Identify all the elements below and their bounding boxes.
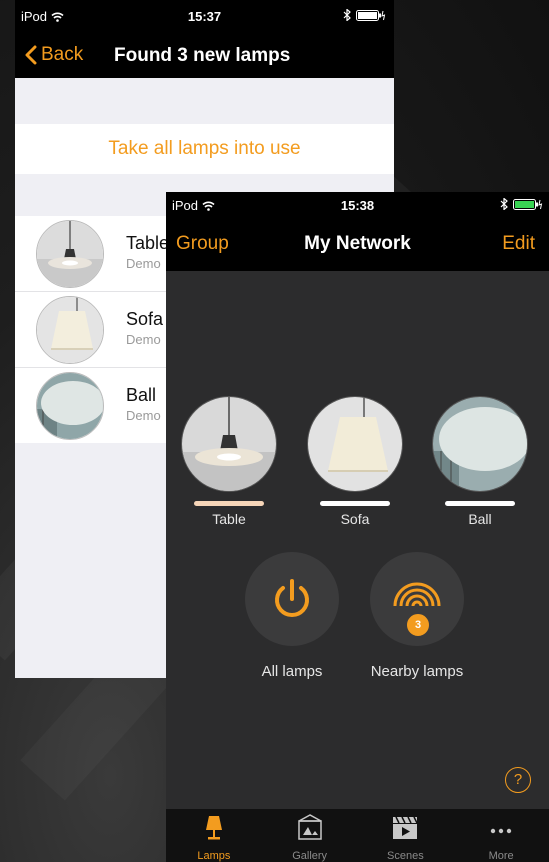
lamp-thumbnail-table xyxy=(36,220,104,288)
navigation-bar: Back Found 3 new lamps xyxy=(15,32,394,78)
back-button[interactable]: Back xyxy=(25,44,83,66)
page-title: Found 3 new lamps xyxy=(114,45,291,66)
lamp-card-table[interactable]: Table xyxy=(179,396,279,527)
tab-bar: Lamps Gallery Scenes More xyxy=(166,809,549,862)
brightness-indicator xyxy=(445,501,515,506)
clapperboard-icon xyxy=(393,816,419,839)
lamp-name: Sofa xyxy=(126,309,164,329)
battery-icon xyxy=(513,198,543,210)
tab-gallery[interactable]: Gallery xyxy=(262,809,358,862)
lamp-image-table xyxy=(181,396,277,492)
lamp-label: Sofa xyxy=(340,511,370,527)
brightness-indicator xyxy=(320,501,390,506)
gallery-icon xyxy=(297,814,322,840)
all-lamps-control: All lamps xyxy=(232,552,352,680)
chevron-left-icon xyxy=(25,45,37,65)
nearby-count-badge: 3 xyxy=(405,612,431,638)
lamp-image-ball xyxy=(432,396,528,492)
all-lamps-label: All lamps xyxy=(261,663,323,680)
lamp-label: Table xyxy=(212,511,246,527)
tab-label: Gallery xyxy=(292,850,328,862)
lamp-subtitle: Demo xyxy=(126,408,161,423)
lamp-thumbnail-ball xyxy=(36,372,104,440)
lamp-name: Table xyxy=(126,233,170,253)
lamp-card-sofa[interactable]: Sofa xyxy=(305,396,405,527)
tab-label: Lamps xyxy=(197,850,231,862)
lamp-name: Ball xyxy=(126,385,157,405)
status-bar: iPod 15:37 xyxy=(15,0,394,32)
lamp-icon xyxy=(205,816,222,840)
my-network-screen: iPod 15:38 Group My Network Edit Table S… xyxy=(166,192,549,862)
lamp-thumbnail-sofa xyxy=(36,296,104,364)
bluetooth-icon xyxy=(343,9,351,21)
tab-more[interactable]: More xyxy=(453,809,549,862)
back-label: Back xyxy=(41,44,84,65)
brightness-indicator xyxy=(194,501,264,506)
edit-button[interactable]: Edit xyxy=(502,233,535,255)
status-bar: iPod 15:38 xyxy=(166,192,549,218)
help-button[interactable]: ? xyxy=(505,767,531,793)
navigation-bar: Group My Network Edit xyxy=(166,218,549,271)
lamp-card-ball[interactable]: Ball xyxy=(430,396,530,527)
tab-label: More xyxy=(488,850,514,862)
tab-lamps[interactable]: Lamps xyxy=(166,809,262,862)
all-lamps-power-button[interactable] xyxy=(245,552,339,646)
lamp-image-sofa xyxy=(307,396,403,492)
power-icon xyxy=(275,579,309,617)
nearby-lamps-control: 3 Nearby lamps xyxy=(357,552,477,680)
tab-label: Scenes xyxy=(387,850,424,862)
nearby-lamps-label: Nearby lamps xyxy=(370,663,464,680)
status-time: 15:38 xyxy=(340,198,375,213)
lamp-label: Ball xyxy=(468,511,492,527)
nearby-lamps-button[interactable]: 3 xyxy=(370,552,464,646)
page-title: My Network xyxy=(304,233,411,254)
more-dots-icon xyxy=(490,828,512,834)
signal-icon xyxy=(393,582,441,607)
battery-icon xyxy=(356,9,386,21)
bluetooth-icon xyxy=(500,198,508,210)
take-all-lamps-button[interactable]: Take all lamps into use xyxy=(15,124,394,174)
lamp-subtitle: Demo xyxy=(126,256,161,271)
lamp-subtitle: Demo xyxy=(126,332,161,347)
status-time: 15:37 xyxy=(187,9,222,24)
tab-scenes[interactable]: Scenes xyxy=(358,809,454,862)
